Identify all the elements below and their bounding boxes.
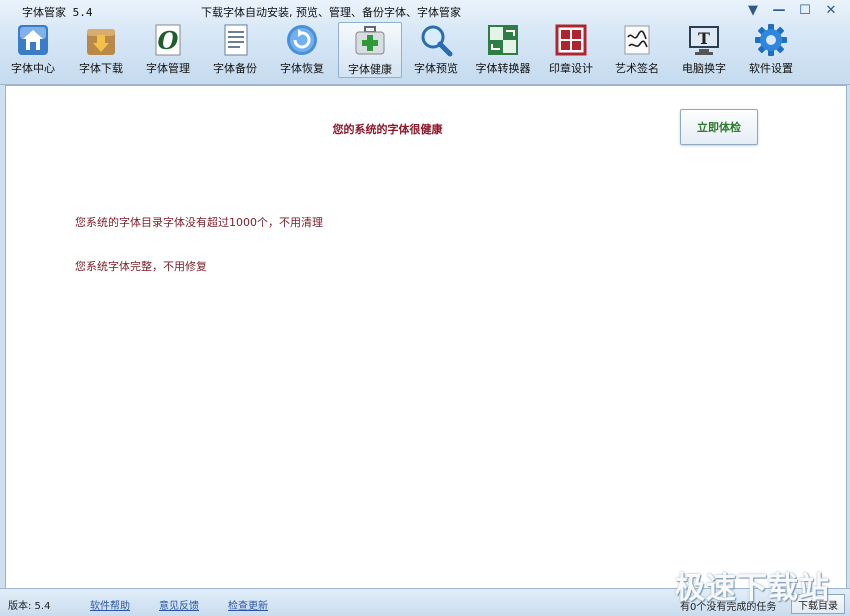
document-icon: [216, 22, 254, 58]
help-link[interactable]: 软件帮助: [90, 597, 130, 612]
tool-font-download[interactable]: 字体下载: [70, 22, 132, 78]
tool-label: 字体备份: [213, 62, 257, 75]
medical-kit-icon: [351, 23, 389, 59]
tool-label: 字体恢复: [280, 62, 324, 75]
restore-icon: [283, 22, 321, 58]
monitor-t-icon: T: [685, 22, 723, 58]
svg-text:O: O: [158, 26, 179, 55]
maximize-icon: ☐: [799, 2, 811, 18]
convert-icon: [484, 22, 522, 58]
tool-font-restore[interactable]: 字体恢复: [271, 22, 333, 78]
tool-font-health[interactable]: 字体健康: [338, 22, 402, 78]
seal-icon: [552, 22, 590, 58]
app-title: 字体管家 5.4: [22, 6, 93, 19]
tool-label: 字体转换器: [475, 62, 531, 75]
tool-label: 字体管理: [146, 62, 190, 75]
tool-font-manage[interactable]: O 字体管理: [137, 22, 199, 78]
tool-label: 字体健康: [348, 63, 392, 76]
svg-text:T: T: [698, 29, 710, 48]
font-o-icon: O: [149, 22, 187, 58]
app-slogan: 下载字体自动安装, 预览、管理、备份字体、字体管家: [201, 6, 461, 19]
tool-seal-design[interactable]: 印章设计: [540, 22, 602, 78]
tool-label: 字体预览: [414, 62, 458, 75]
maximize-button[interactable]: ☐: [792, 1, 818, 19]
close-icon: ✕: [825, 2, 837, 18]
tool-label: 字体中心: [11, 62, 55, 75]
minimize-button[interactable]: —: [766, 1, 792, 19]
tool-label: 软件设置: [749, 62, 793, 75]
tool-font-center[interactable]: 字体中心: [2, 22, 64, 78]
menu-dropdown-button[interactable]: ▼: [740, 1, 766, 19]
tool-font-backup[interactable]: 字体备份: [204, 22, 266, 78]
tool-computer-font-swap[interactable]: T 电脑换字: [673, 22, 735, 78]
site-watermark: 极速下载站: [675, 571, 830, 606]
tool-label: 印章设计: [549, 62, 593, 75]
feedback-link[interactable]: 意见反馈: [159, 597, 199, 612]
font-integrity-message: 您系统字体完整，不用修复: [75, 260, 207, 273]
check-update-link[interactable]: 检查更新: [228, 597, 268, 612]
minimize-icon: —: [772, 2, 786, 18]
tool-font-converter[interactable]: 字体转换器: [472, 22, 534, 78]
main-toolbar: 字体中心 字体下载 O 字体管理 字体备份 字体恢复 字体健康 字体预览 字体转…: [0, 22, 850, 84]
magnifier-icon: [417, 22, 455, 58]
chevron-down-icon: ▼: [748, 2, 758, 18]
health-panel: 您的系统的字体很健康 立即体检 您系统的字体目录字体没有超过1000个，不用清理…: [5, 85, 847, 589]
version-label: 版本: 5.4: [8, 601, 51, 612]
tool-label: 字体下载: [79, 62, 123, 75]
health-status-title: 您的系统的字体很健康: [332, 123, 443, 136]
gear-icon: [752, 22, 790, 58]
tool-label: 电脑换字: [682, 62, 726, 75]
font-count-message: 您系统的字体目录字体没有超过1000个，不用清理: [75, 216, 323, 229]
tool-software-settings[interactable]: 软件设置: [740, 22, 802, 78]
title-and-toolbar-area: 字体管家 5.4 下载字体自动安装, 预览、管理、备份字体、字体管家 ▼ — ☐…: [0, 0, 850, 85]
window-controls: ▼ — ☐ ✕: [740, 1, 844, 19]
signature-icon: [618, 22, 656, 58]
tool-art-signature[interactable]: 艺术签名: [606, 22, 668, 78]
tool-label: 艺术签名: [615, 62, 659, 75]
house-icon: [14, 22, 52, 58]
download-box-icon: [82, 22, 120, 58]
tool-font-preview[interactable]: 字体预览: [405, 22, 467, 78]
close-button[interactable]: ✕: [818, 1, 844, 19]
check-now-button[interactable]: 立即体检: [680, 109, 758, 145]
